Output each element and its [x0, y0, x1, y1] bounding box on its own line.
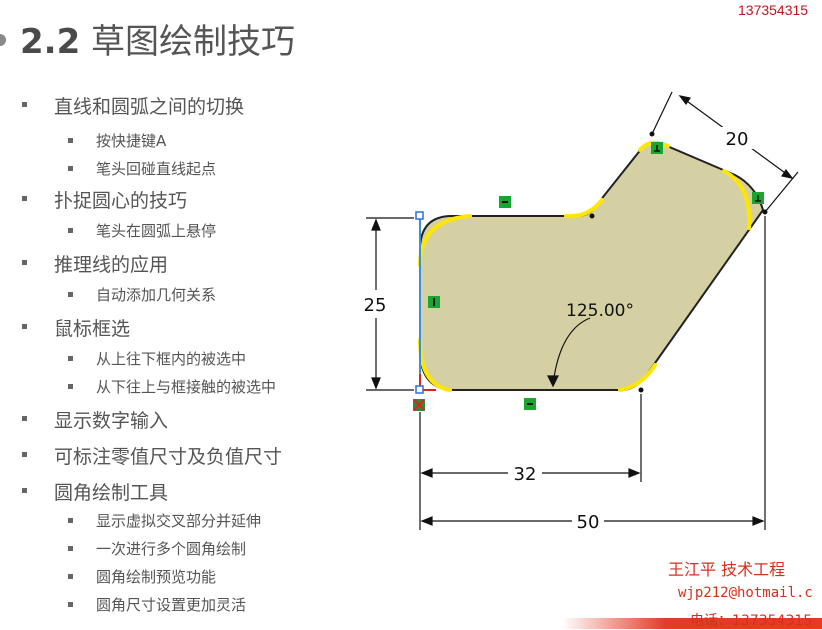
perpendicular-relation-icon [752, 192, 764, 204]
endpoint-handle[interactable] [415, 211, 424, 220]
origin-icon [413, 399, 425, 411]
sketch-drawing: 20 25 125.00° 32 50 [364, 91, 799, 533]
sketch-profile [419, 141, 765, 391]
contact-email: wjp212@hotmail.c [678, 585, 813, 601]
contact-phone: 电话：137354315 [690, 613, 813, 629]
horizontal-relation-icon [499, 196, 511, 208]
perpendicular-relation-icon [651, 142, 663, 154]
vertex-point[interactable] [638, 387, 644, 393]
contact-name: 王江平 技术工程 [668, 560, 786, 579]
horizontal-relation-icon [524, 398, 536, 410]
dimension-20-label[interactable]: 20 [726, 129, 749, 150]
endpoint-handle[interactable] [415, 385, 424, 394]
dimension-25-label[interactable]: 25 [364, 295, 387, 316]
vertex-point[interactable] [589, 213, 595, 219]
vertical-relation-icon [428, 296, 440, 308]
dimension-angle-label[interactable]: 125.00° [566, 301, 634, 321]
dimension-32-label[interactable]: 32 [514, 464, 537, 485]
dimension-32[interactable] [419, 394, 642, 530]
dimension-50-label[interactable]: 50 [577, 512, 600, 533]
